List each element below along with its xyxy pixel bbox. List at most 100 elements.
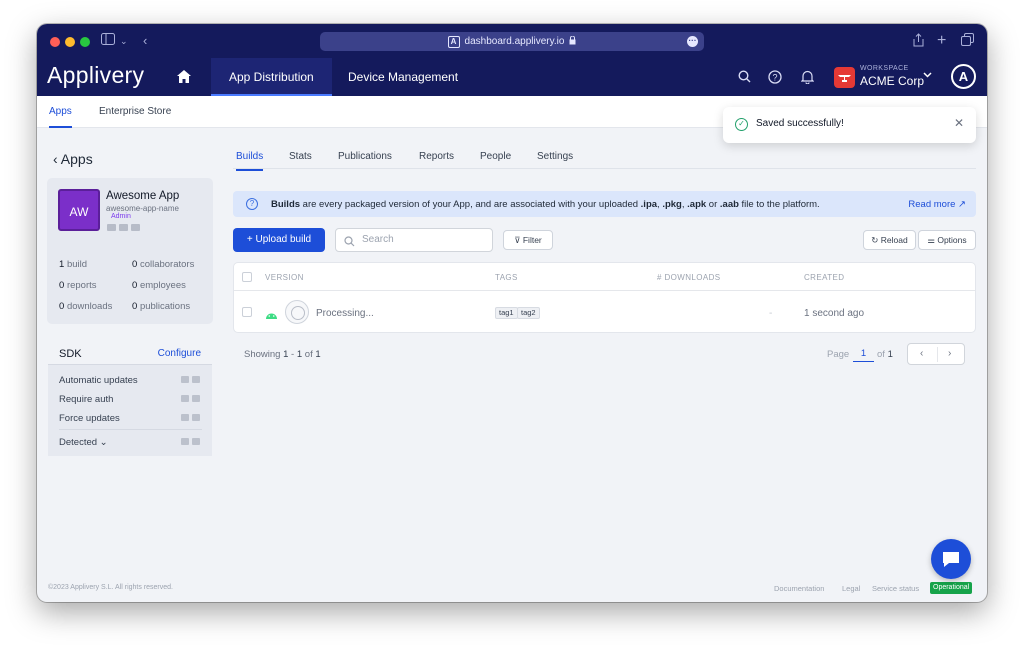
chat-button[interactable]	[931, 539, 971, 579]
app-avatar: AW	[58, 189, 100, 231]
search-placeholder: Search	[362, 234, 394, 245]
user-avatar[interactable]: A	[951, 64, 976, 89]
address-bar[interactable]: A dashboard.applivery.io ···	[320, 32, 704, 51]
tabs-divider	[233, 168, 976, 169]
footer-documentation-link[interactable]: Documentation	[774, 584, 824, 593]
nav-tab-device-management[interactable]: Device Management	[330, 58, 476, 96]
toast-message: Saved successfully!	[756, 118, 844, 129]
nav-tab-app-distribution[interactable]: App Distribution	[211, 58, 332, 96]
sdk-configure-link[interactable]: Configure	[158, 348, 201, 359]
zoom-window-button[interactable]	[80, 37, 90, 47]
stat-employees: 0 employees	[132, 280, 186, 291]
page-number-input[interactable]: 1	[853, 346, 874, 362]
chevron-left-icon: ‹	[53, 151, 61, 167]
chevron-down-icon[interactable]	[923, 70, 932, 81]
builds-table: VERSION TAGS # DOWNLOADS CREATED Process…	[233, 262, 976, 333]
footer-legal-link[interactable]: Legal	[842, 584, 860, 593]
help-icon[interactable]: ?	[768, 70, 782, 84]
tab-settings[interactable]: Settings	[537, 151, 573, 162]
close-window-button[interactable]	[50, 37, 60, 47]
tab-people[interactable]: People	[480, 151, 511, 162]
tab-reports[interactable]: Reports	[419, 151, 454, 162]
sidebar-toggle-icon[interactable]	[101, 33, 115, 49]
subnav-enterprise-store[interactable]: Enterprise Store	[99, 96, 171, 128]
stat-builds: 1 build	[59, 259, 88, 270]
tab-stats[interactable]: Stats	[289, 151, 312, 162]
android-icon	[192, 438, 200, 445]
chevron-down-icon: ⌄	[99, 437, 108, 448]
stat-downloads: 0 downloads	[59, 301, 113, 312]
apple-icon	[181, 395, 189, 402]
close-icon[interactable]: ✕	[954, 116, 964, 130]
workspace-label: WORKSPACE	[860, 65, 909, 72]
workspace-logo-icon[interactable]	[834, 67, 855, 88]
more-options-icon[interactable]: ···	[687, 36, 698, 47]
select-all-checkbox[interactable]	[242, 272, 252, 282]
android-icon	[131, 224, 140, 231]
subnav-apps[interactable]: Apps	[49, 96, 72, 128]
read-more-link[interactable]: Read more ↗	[908, 199, 966, 210]
share-icon[interactable]	[913, 33, 924, 51]
app-name: Awesome App	[106, 190, 180, 202]
info-text: Builds are every packaged version of you…	[271, 199, 820, 210]
tabs-overview-icon[interactable]	[961, 33, 974, 50]
divider	[937, 347, 938, 362]
svg-text:?: ?	[772, 72, 777, 82]
next-page-button[interactable]: ›	[948, 348, 951, 359]
tab-publications[interactable]: Publications	[338, 151, 392, 162]
site-favicon-icon: A	[447, 35, 460, 48]
success-toast: ✓ Saved successfully! ✕	[723, 107, 976, 143]
filter-button[interactable]: ⊽ Filter	[503, 230, 553, 250]
row-checkbox[interactable]	[242, 307, 252, 317]
sdk-platform-icons	[181, 376, 200, 383]
prev-page-button[interactable]: ‹	[920, 348, 923, 359]
back-to-apps-link[interactable]: ‹ Apps	[53, 151, 93, 167]
column-header-tags[interactable]: TAGS	[495, 273, 518, 282]
options-button[interactable]: ⚌ Options	[918, 230, 976, 250]
tag-badge: tag2	[517, 307, 540, 319]
windows-icon	[119, 224, 128, 231]
column-header-version[interactable]: VERSION	[265, 273, 304, 282]
home-icon[interactable]	[177, 70, 191, 83]
sdk-platform-icons	[181, 414, 200, 421]
app-logo[interactable]: Applivery	[47, 62, 144, 89]
stat-publications: 0 publications	[132, 301, 191, 312]
android-icon	[192, 414, 200, 421]
bell-icon[interactable]	[800, 70, 814, 85]
divider	[59, 429, 202, 430]
chevron-down-icon[interactable]: ⌄	[120, 33, 128, 49]
minimize-window-button[interactable]	[65, 37, 75, 47]
upload-build-button[interactable]: + Upload build	[233, 228, 325, 252]
app-role-badge: Admin	[111, 213, 131, 220]
sdk-platform-icons	[181, 438, 200, 445]
chat-icon	[943, 552, 959, 567]
footer-service-status-link[interactable]: Service status	[872, 584, 919, 593]
search-icon[interactable]	[737, 70, 751, 84]
page-of-label: of 1	[877, 349, 893, 360]
column-header-downloads[interactable]: # DOWNLOADS	[657, 273, 721, 282]
lock-icon	[569, 35, 576, 48]
sdk-require-auth: Require auth	[59, 394, 114, 405]
tag-badge: tag1	[495, 307, 518, 319]
external-link-icon: ↗	[958, 199, 966, 210]
app-navbar: Applivery App Distribution Device Manage…	[37, 58, 987, 96]
stat-collaborators: 0 collaborators	[132, 259, 195, 270]
reload-icon: ↻	[871, 235, 879, 245]
search-input[interactable]: Search	[335, 228, 493, 252]
apple-icon	[181, 414, 189, 421]
browser-window: ⌄ ‹ A dashboard.applivery.io ··· + Appli…	[37, 24, 987, 602]
processing-spinner-icon	[285, 300, 309, 324]
header-divider	[234, 290, 975, 291]
apple-icon	[181, 438, 189, 445]
help-icon: ?	[246, 198, 258, 210]
results-count: Showing 1 - 1 of 1	[244, 349, 321, 360]
reload-button[interactable]: ↻ Reload	[863, 230, 916, 250]
check-circle-icon: ✓	[735, 118, 748, 131]
search-icon	[344, 234, 355, 247]
workspace-name[interactable]: ACME Corp	[860, 74, 924, 88]
column-header-created[interactable]: CREATED	[804, 273, 844, 282]
new-tab-icon[interactable]: +	[937, 33, 946, 49]
sdk-detected-toggle[interactable]: Detected ⌄	[59, 437, 108, 448]
back-arrow-icon[interactable]: ‹	[143, 33, 147, 49]
build-downloads: -	[769, 308, 773, 319]
